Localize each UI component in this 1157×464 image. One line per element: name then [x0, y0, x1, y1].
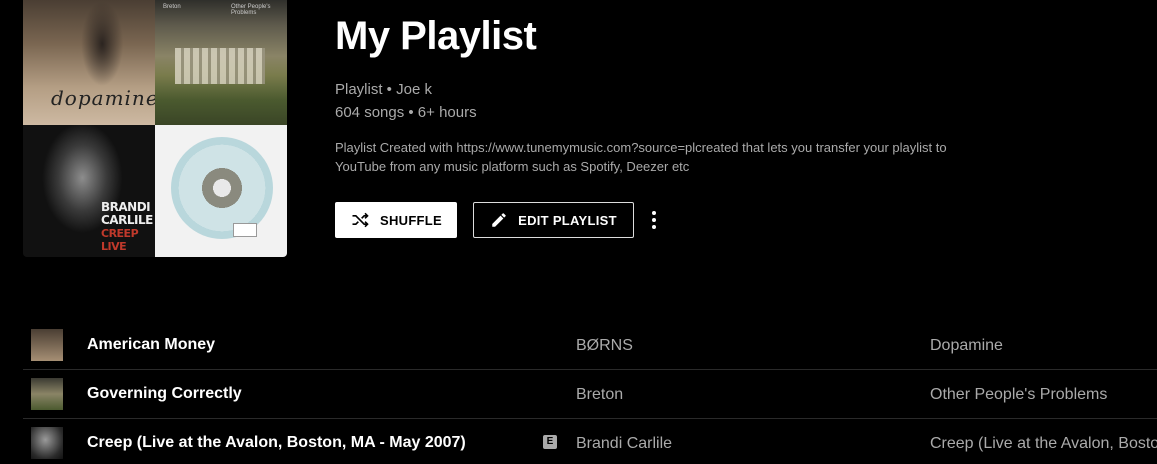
album-art-disc — [155, 125, 287, 257]
edit-playlist-label: EDIT PLAYLIST — [518, 212, 617, 228]
track-row[interactable]: Governing Correctly Breton Other People'… — [23, 370, 1157, 419]
album-art-caption: Breton — [163, 4, 181, 10]
album-art-brandi-carlile: BRANDI CARLILE CREEP LIVE — [23, 125, 155, 257]
track-artist[interactable]: Brandi Carlile — [576, 435, 672, 453]
track-thumbnail[interactable] — [31, 378, 63, 410]
album-art-caption: BRANDI CARLILE CREEP LIVE — [101, 200, 153, 254]
album-art-dopamine: dopamine — [23, 0, 155, 125]
track-artist[interactable]: BØRNS — [576, 337, 633, 355]
pencil-icon — [490, 211, 508, 229]
playlist-title: My Playlist — [335, 14, 537, 58]
more-options-icon[interactable] — [644, 207, 664, 233]
shuffle-label: SHUFFLE — [379, 212, 443, 228]
track-thumbnail[interactable] — [31, 427, 63, 459]
track-title[interactable]: Governing Correctly — [87, 385, 242, 403]
shuffle-button[interactable]: SHUFFLE — [335, 202, 457, 238]
playlist-cover-collage: dopamine Breton Other People's Problems … — [23, 0, 287, 257]
playlist-page: dopamine Breton Other People's Problems … — [0, 0, 1157, 464]
edit-playlist-button[interactable]: EDIT PLAYLIST — [473, 202, 634, 238]
shuffle-icon — [350, 210, 370, 230]
playlist-stats: 604 songs • 6+ hours — [335, 104, 477, 121]
album-art-caption: dopamine — [51, 86, 155, 110]
track-thumbnail[interactable] — [31, 329, 63, 361]
track-row[interactable]: American Money BØRNS Dopamine — [23, 321, 1157, 370]
explicit-badge-icon: E — [543, 435, 557, 449]
track-artist[interactable]: Breton — [576, 386, 623, 404]
track-album[interactable]: Dopamine — [930, 337, 1003, 355]
track-list: American Money BØRNS Dopamine Governing … — [23, 321, 1157, 464]
track-album[interactable]: Other People's Problems — [930, 386, 1107, 404]
album-art-breton: Breton Other People's Problems — [155, 0, 287, 125]
track-row[interactable]: Creep (Live at the Avalon, Boston, MA - … — [23, 419, 1157, 464]
album-art-caption: Other People's Problems — [231, 4, 271, 16]
track-title[interactable]: American Money — [87, 336, 215, 354]
track-title[interactable]: Creep (Live at the Avalon, Boston, MA - … — [87, 434, 466, 452]
playlist-description: Playlist Created with https://www.tunemy… — [335, 140, 947, 174]
disc-graphic — [171, 137, 273, 239]
barcode-label — [233, 223, 257, 237]
building-graphic — [175, 48, 265, 84]
track-album[interactable]: Creep (Live at the Avalon, Boston — [930, 435, 1157, 453]
playlist-owner: Playlist • Joe k — [335, 81, 432, 98]
